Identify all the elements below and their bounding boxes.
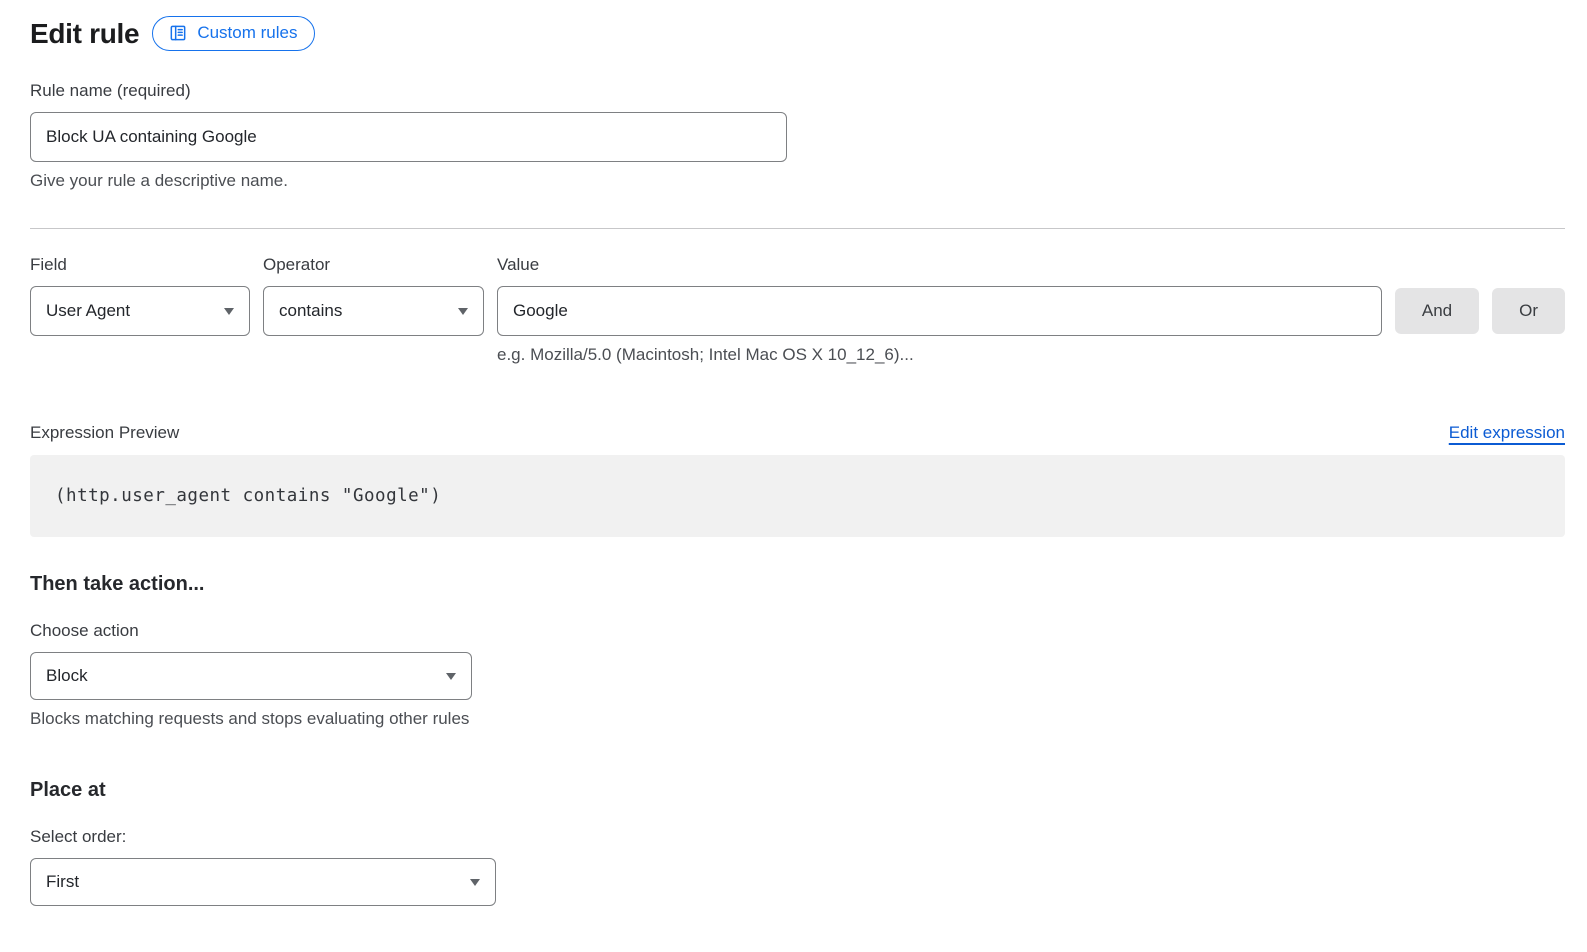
choose-action-label: Choose action <box>30 621 1565 641</box>
edit-expression-link[interactable]: Edit expression <box>1449 423 1565 443</box>
expression-code: (http.user_agent contains "Google") <box>55 486 441 506</box>
chevron-down-icon <box>446 673 456 680</box>
rule-name-input[interactable] <box>30 112 787 162</box>
book-icon <box>168 23 188 43</box>
field-column: Field User Agent <box>30 255 250 336</box>
rule-name-section: Rule name (required) Give your rule a de… <box>30 81 1565 191</box>
or-button-column: Or <box>1492 255 1565 334</box>
value-input[interactable] <box>497 286 1382 336</box>
and-button[interactable]: And <box>1395 288 1479 334</box>
select-order-label: Select order: <box>30 827 1565 847</box>
field-label: Field <box>30 255 250 275</box>
and-button-column: And <box>1395 255 1479 334</box>
operator-column: Operator contains <box>263 255 484 336</box>
custom-rules-badge[interactable]: Custom rules <box>152 16 315 51</box>
place-at-heading: Place at <box>30 779 1565 802</box>
chevron-down-icon <box>458 308 468 315</box>
page-header: Edit rule Custom rules <box>30 16 1565 51</box>
action-select[interactable]: Block <box>30 652 472 700</box>
value-label: Value <box>497 255 1382 275</box>
edit-rule-page: Edit rule Custom rules Rule name (requir… <box>0 0 1587 906</box>
rule-name-help: Give your rule a descriptive name. <box>30 171 1565 191</box>
value-column: Value e.g. Mozilla/5.0 (Macintosh; Intel… <box>497 255 1382 365</box>
order-select-value: First <box>46 872 79 892</box>
or-button[interactable]: Or <box>1492 288 1565 334</box>
action-section: Then take action... Choose action Block … <box>30 573 1565 729</box>
action-select-value: Block <box>46 666 88 686</box>
field-select[interactable]: User Agent <box>30 286 250 336</box>
chevron-down-icon <box>470 879 480 886</box>
operator-select-value: contains <box>279 301 342 321</box>
value-help: e.g. Mozilla/5.0 (Macintosh; Intel Mac O… <box>497 345 1382 365</box>
order-select[interactable]: First <box>30 858 496 906</box>
spacer <box>1395 255 1479 288</box>
chevron-down-icon <box>224 308 234 315</box>
page-title: Edit rule <box>30 18 139 50</box>
section-divider <box>30 228 1565 229</box>
action-heading: Then take action... <box>30 573 1565 596</box>
operator-select[interactable]: contains <box>263 286 484 336</box>
rule-name-label: Rule name (required) <box>30 81 1565 101</box>
custom-rules-label: Custom rules <box>197 23 297 43</box>
spacer <box>1492 255 1565 288</box>
expression-header: Expression Preview Edit expression <box>30 423 1565 443</box>
operator-label: Operator <box>263 255 484 275</box>
expression-preview-label: Expression Preview <box>30 423 179 443</box>
field-select-value: User Agent <box>46 301 130 321</box>
expression-preview-box: (http.user_agent contains "Google") <box>30 455 1565 537</box>
condition-row: Field User Agent Operator contains Value… <box>30 255 1565 365</box>
placement-section: Place at Select order: First <box>30 779 1565 906</box>
action-help: Blocks matching requests and stops evalu… <box>30 709 1565 729</box>
